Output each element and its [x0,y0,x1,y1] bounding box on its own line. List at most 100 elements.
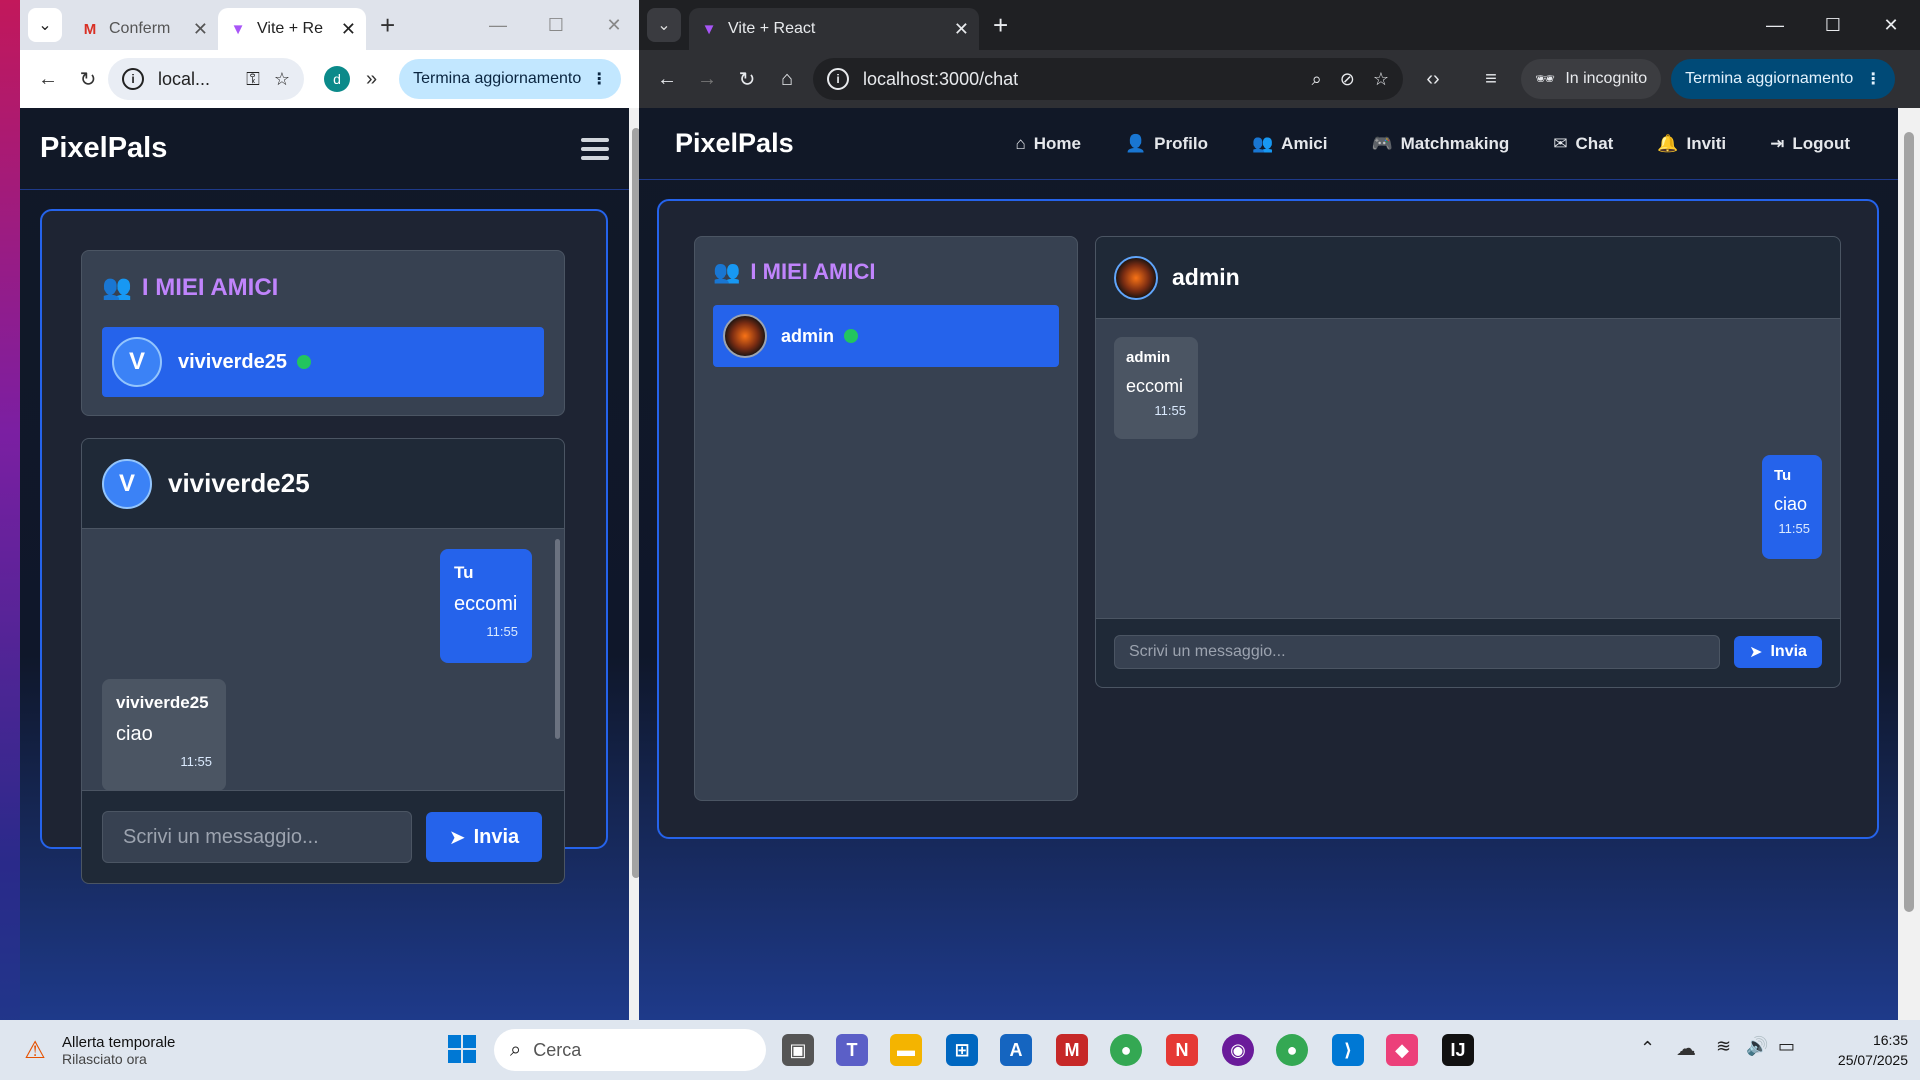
incognito-indicator[interactable]: 🕶 In incognito [1521,59,1662,99]
close-tab-icon[interactable]: ✕ [954,19,969,40]
nav-logout[interactable]: ⇥ Logout [1748,134,1872,154]
tab-search-dropdown-icon[interactable]: ⌄ [28,8,62,42]
address-text: local... [158,68,211,89]
nav-chat[interactable]: ✉ Chat [1531,134,1635,154]
minimize-icon[interactable]: — [469,15,527,36]
zoom-icon[interactable]: ⌕ [1312,69,1322,90]
menu-dots-icon[interactable]: ⋮ [591,69,607,89]
store-icon[interactable]: ⊞ [946,1034,978,1066]
site-info-icon[interactable]: i [122,68,144,90]
vscode-icon[interactable]: ⟩ [1332,1034,1364,1066]
new-tab-icon[interactable]: + [993,10,1008,41]
back-icon[interactable]: ← [647,59,687,99]
chat-header: V viviverde25 [82,439,564,529]
maximize-icon[interactable]: ☐ [1804,15,1862,36]
forward-icon[interactable]: → [687,59,727,99]
chrome-profile-icon[interactable]: ● [1276,1034,1308,1066]
github-icon[interactable]: ◉ [1222,1034,1254,1066]
message-input[interactable]: Scrivi un messaggio... [102,811,412,863]
address-bar[interactable]: i localhost:3000/chat ⌕ ⊘ ☆ [813,58,1403,100]
news-app-icon[interactable]: N [1166,1034,1198,1066]
hamburger-menu-icon[interactable] [581,133,609,165]
tab-search-dropdown-icon[interactable]: ⌄ [647,8,681,42]
messages-list[interactable]: admin eccomi 11:55 Tu ciao 11:55 [1096,319,1840,619]
minimize-icon[interactable]: — [1746,15,1804,36]
reload-icon[interactable]: ↻ [727,59,767,99]
back-icon[interactable]: ← [28,59,68,99]
tab-gmail[interactable]: M Conferm ✕ [70,8,218,50]
page-scrollbar[interactable] [1898,108,1920,1020]
window-controls: — ☐ ✕ [469,0,643,50]
message-sender: viviverde25 [116,693,209,712]
clock[interactable]: 16:35 25/07/2025 [1838,1030,1908,1070]
send-button[interactable]: ➤ Invia [426,812,542,862]
home-icon[interactable]: ⌂ [767,59,807,99]
weather-alert-widget[interactable]: ⚠ Allerta temporale Rilasciato ora [20,1034,175,1067]
tracking-protection-icon[interactable]: ⊘ [1340,69,1355,90]
incognito-icon: 🕶 [1535,71,1556,88]
message-input[interactable]: Scrivi un messaggio... [1114,635,1720,669]
close-tab-icon[interactable]: ✕ [193,19,208,40]
devtools-icon[interactable]: ‹› [1413,59,1453,99]
message-sender: admin [1126,349,1171,366]
design-app-icon[interactable]: ◆ [1386,1034,1418,1066]
azure-icon[interactable]: A [1000,1034,1032,1066]
taskbar-search[interactable]: ⌕ Cerca [494,1029,766,1071]
window-controls: — ☐ ✕ [1746,0,1920,50]
nav-inviti[interactable]: 🔔 Inviti [1635,134,1748,154]
nav-label: Amici [1281,133,1328,153]
chat-partner-name: viviverde25 [168,468,310,498]
address-text: localhost:3000/chat [863,68,1019,89]
chrome-icon[interactable]: ● [1110,1034,1142,1066]
nav-home[interactable]: ⌂ Home [993,134,1103,154]
teams-icon[interactable]: T [836,1034,868,1066]
friend-item[interactable]: V viviverde25 [102,327,544,397]
send-button[interactable]: ➤ Invia [1734,636,1822,668]
update-button[interactable]: Termina aggiornamento ⋮ [1671,59,1896,99]
friends-title: I MIEI AMICI [141,273,279,301]
file-explorer-icon[interactable]: ▬ [890,1034,922,1066]
profile-avatar[interactable]: d [324,66,350,92]
star-icon[interactable]: ☆ [1373,69,1389,90]
close-tab-icon[interactable]: ✕ [341,19,356,40]
home-icon: ⌂ [1015,133,1026,153]
tab-vite[interactable]: ▼ Vite + Re ✕ [218,8,366,50]
site-info-icon[interactable]: i [827,68,849,90]
close-window-icon[interactable]: ✕ [1862,15,1920,36]
wifi-icon[interactable]: ≋ [1716,1036,1731,1057]
friend-item[interactable]: admin [713,305,1059,367]
key-icon[interactable]: ⚿ [246,69,260,90]
online-indicator [844,329,859,343]
address-bar[interactable]: i local... ⚿ ☆ [108,58,304,100]
maximize-icon[interactable]: ☐ [527,15,585,36]
clock-time: 16:35 [1872,1032,1908,1048]
extensions-overflow-icon[interactable]: » [366,68,377,91]
chat-panel: V viviverde25 Tu eccomi 11:55 viviverde2… [81,438,565,884]
intellij-icon[interactable]: IJ [1442,1034,1474,1066]
app-navbar: PixelPals [20,108,629,190]
message-time: 11:55 [486,624,518,639]
update-label: Termina aggiornamento [413,70,582,87]
onedrive-icon[interactable]: ☁ [1676,1036,1696,1061]
star-icon[interactable]: ☆ [274,69,290,90]
messages-scrollbar[interactable] [555,539,560,739]
reload-icon[interactable]: ↻ [68,59,108,99]
messages-list[interactable]: Tu eccomi 11:55 viviverde25 ciao 11:55 [82,529,564,791]
show-hidden-icons-icon[interactable]: ⌃ [1640,1038,1655,1059]
brand-logo[interactable]: PixelPals [675,128,794,159]
media-control-icon[interactable]: ≡ [1471,59,1511,99]
nav-amici[interactable]: 👥 Amici [1230,134,1349,154]
nav-matchmaking[interactable]: 🎮 Matchmaking [1349,134,1531,154]
mcafee-icon[interactable]: M [1056,1034,1088,1066]
task-view-icon[interactable]: ▣ [782,1034,814,1066]
volume-icon[interactable]: 🔊 [1746,1036,1768,1057]
nav-profilo[interactable]: 👤 Profilo [1103,134,1230,154]
windows-start-icon[interactable] [446,1033,478,1065]
tab-vite[interactable]: ▼ Vite + React ✕ [689,8,979,50]
close-window-icon[interactable]: ✕ [585,15,643,36]
brand-logo[interactable]: PixelPals [40,132,167,165]
battery-icon[interactable]: ▭ [1778,1036,1795,1057]
update-button[interactable]: Termina aggiornamento ⋮ [399,59,622,99]
new-tab-icon[interactable]: + [380,10,395,41]
menu-dots-icon[interactable]: ⋮ [1865,69,1881,89]
